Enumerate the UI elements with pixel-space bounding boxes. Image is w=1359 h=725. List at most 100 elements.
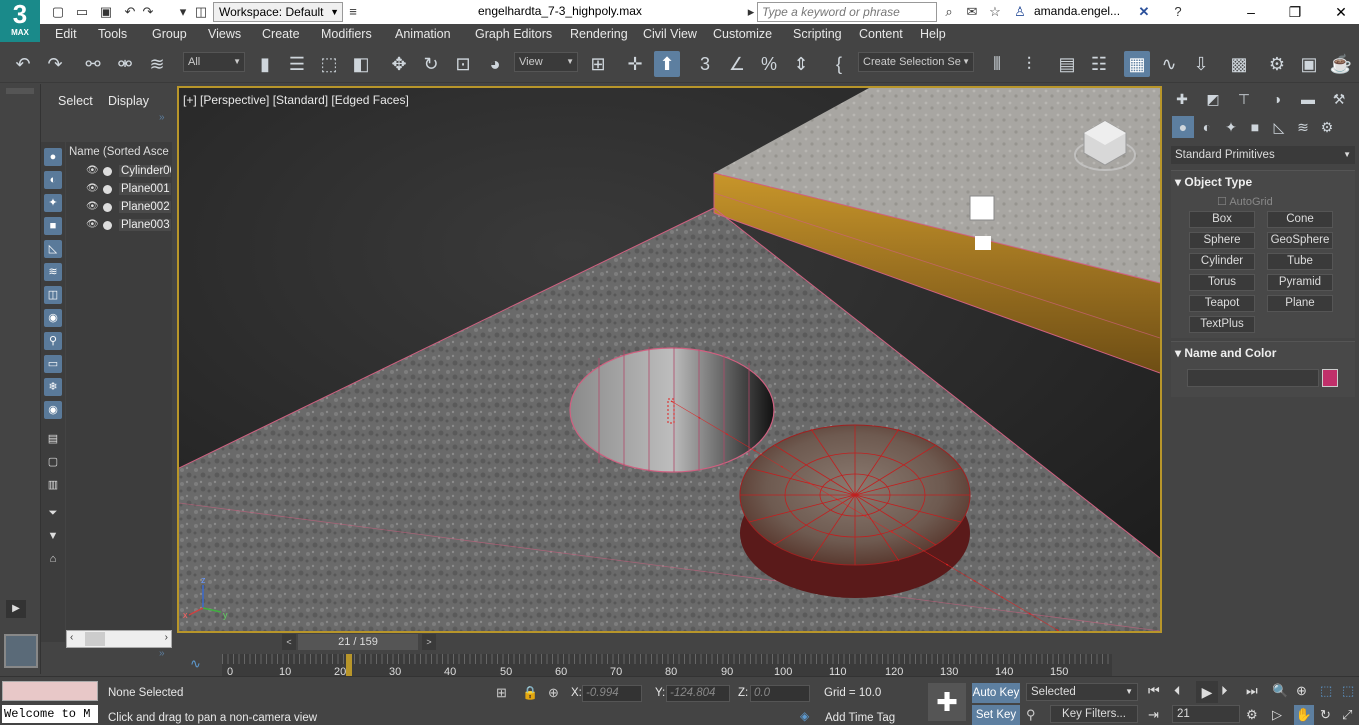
menu-modifiers[interactable]: Modifiers (321, 27, 372, 41)
list-item[interactable]: 👁 Cylinder001 (66, 163, 172, 181)
sphere-button[interactable]: Sphere (1189, 232, 1255, 249)
workspace-menu-icon[interactable]: ≡ (345, 4, 361, 20)
time-slider[interactable]: < 21 / 159 > (282, 634, 438, 650)
display-bones-icon[interactable]: ⚲ (44, 332, 62, 350)
autogrid-checkbox[interactable]: ☐ AutoGrid (1217, 195, 1273, 208)
menu-content[interactable]: Content (859, 27, 903, 41)
select-by-name-icon[interactable]: ☰ (284, 51, 310, 77)
motion-tab-icon[interactable]: ◑ (1266, 88, 1288, 110)
rotate-icon[interactable]: ↻ (418, 51, 444, 77)
space-warps-category-icon[interactable]: ≋ (1292, 116, 1314, 138)
help-icon[interactable]: ? (1170, 4, 1186, 20)
menu-views[interactable]: Views (208, 27, 241, 41)
rectangular-selection-icon[interactable]: ⬚ (316, 51, 342, 77)
display-invert-icon[interactable]: ▥ (44, 476, 62, 494)
geometry-category-icon[interactable]: ● (1172, 116, 1194, 138)
display-none-icon[interactable]: ▢ (44, 453, 62, 471)
scroll-left-icon[interactable]: ‹ (70, 632, 73, 643)
toggle-ribbon-icon[interactable]: ▦ (1124, 51, 1150, 77)
previous-frame-icon[interactable]: ⏴ (1174, 683, 1181, 699)
absolute-mode-icon[interactable]: ⊕ (548, 685, 559, 701)
set-key-button[interactable]: Set Key (972, 705, 1020, 725)
next-frame-icon[interactable]: ⏵ (1221, 683, 1228, 699)
object-type-header[interactable]: ▾ Object Type (1175, 175, 1252, 189)
render-dot-icon[interactable] (103, 167, 112, 176)
window-crossing-icon[interactable]: ◧ (348, 51, 374, 77)
save-file-icon[interactable]: ▣ (98, 4, 114, 20)
timeline-track[interactable]: 0 10 20 30 40 50 60 70 80 90 100 110 120… (222, 654, 1112, 678)
display-groups-icon[interactable]: ◫ (44, 286, 62, 304)
add-time-tag[interactable]: Add Time Tag (825, 712, 895, 724)
communication-center-icon[interactable]: ✉ (964, 4, 980, 20)
viewport-layout-thumbnail[interactable] (4, 634, 38, 668)
isolate-selection-icon[interactable]: ⊞ (496, 685, 507, 701)
explorer-horizontal-scrollbar[interactable]: ‹ › (66, 630, 172, 648)
render-dot-icon[interactable] (103, 221, 112, 230)
curve-editor-mini-icon[interactable]: ∿ (190, 656, 201, 672)
filter-icon[interactable]: ▼ (44, 527, 62, 545)
name-color-header[interactable]: ▾ Name and Color (1175, 346, 1276, 360)
eye-icon[interactable]: 👁 (86, 165, 99, 176)
display-frozen-icon[interactable]: ❄ (44, 378, 62, 396)
teapot-button[interactable]: Teapot (1189, 295, 1255, 312)
undo-icon[interactable]: ↶ (10, 51, 36, 77)
render-setup-icon[interactable]: ⚙ (1264, 51, 1290, 77)
systems-category-icon[interactable]: ⚙ (1316, 116, 1338, 138)
scene-explorer-icon[interactable]: ▤ (1054, 51, 1080, 77)
material-editor-icon[interactable]: ▩ (1226, 51, 1252, 77)
name-column-header[interactable]: Name (Sorted Ascending) (69, 146, 169, 158)
angle-snap-icon[interactable]: ∠ (724, 51, 750, 77)
shapes-category-icon[interactable]: ◐ (1196, 116, 1218, 138)
menu-edit[interactable]: Edit (55, 27, 77, 41)
percent-snap-icon[interactable]: % (756, 51, 782, 77)
hierarchy-tab-icon[interactable]: ⊤ (1233, 88, 1255, 110)
list-item[interactable]: 👁 Plane002 (66, 199, 172, 217)
project-icon[interactable]: ▾ (175, 4, 191, 20)
zoom-icon[interactable]: 🔍 (1272, 683, 1288, 699)
modify-tab-icon[interactable]: ◩ (1202, 88, 1224, 110)
snaps-toggle-icon[interactable]: 3 (692, 51, 718, 77)
time-tag-icon[interactable]: ◈ (800, 709, 809, 723)
menu-group[interactable]: Group (152, 27, 187, 41)
open-file-icon[interactable]: ▭ (74, 4, 90, 20)
new-file-icon[interactable]: ▢ (50, 4, 66, 20)
create-tab-icon[interactable]: ✚ (1171, 88, 1193, 110)
close-icon[interactable]: ✕ (1330, 2, 1352, 22)
undo-icon[interactable]: ↶ (122, 4, 138, 20)
field-of-view-icon[interactable]: ▷ (1272, 707, 1282, 723)
utilities-tab-icon[interactable]: ⚒ (1328, 88, 1350, 110)
pivot-center-icon[interactable]: ⊞ (585, 51, 611, 77)
maxscript-listener-input[interactable]: Welcome to M (2, 705, 98, 723)
menu-customize[interactable]: Customize (713, 27, 772, 41)
menu-rendering[interactable]: Rendering (570, 27, 628, 41)
menu-civil-view[interactable]: Civil View (643, 27, 697, 41)
torus-button[interactable]: Torus (1189, 274, 1255, 291)
minimize-icon[interactable]: – (1240, 2, 1262, 22)
frame-display[interactable]: 21 / 159 (298, 634, 418, 650)
z-coordinate-field[interactable]: 0.0 (750, 685, 810, 702)
binoculars-icon[interactable]: ⌕ (941, 4, 957, 20)
y-coordinate-field[interactable]: -124.804 (666, 685, 730, 702)
current-frame-field[interactable]: 21 (1172, 705, 1240, 723)
redo-icon[interactable]: ↷ (42, 51, 68, 77)
zoom-all-icon[interactable]: ⊕ (1296, 683, 1307, 699)
eye-icon[interactable]: 👁 (86, 219, 99, 230)
pyramid-button[interactable]: Pyramid (1267, 274, 1333, 291)
workspace-dropdown[interactable]: Workspace: Default ▼ (213, 2, 343, 22)
project-folder-icon[interactable]: ◫ (193, 4, 209, 20)
tab-select[interactable]: Select (58, 94, 93, 108)
scale-icon[interactable]: ⊡ (450, 51, 476, 77)
schematic-view-icon[interactable]: ⇩ (1188, 51, 1214, 77)
render-dot-icon[interactable] (103, 185, 112, 194)
list-item[interactable]: 👁 Plane001 (66, 181, 172, 199)
box-button[interactable]: Box (1189, 211, 1255, 228)
spinner-snap-icon[interactable]: ⇕ (788, 51, 814, 77)
zoom-extents-all-icon[interactable]: ⬚ (1342, 683, 1354, 699)
key-filters-icon[interactable]: ⚲ (1026, 707, 1036, 723)
display-containers-icon[interactable]: ▭ (44, 355, 62, 373)
filter-toggle-icon[interactable]: ⏷ (44, 504, 62, 522)
display-shapes-icon[interactable]: ◐ (44, 171, 62, 189)
display-tab-icon[interactable]: ▬ (1297, 88, 1319, 110)
display-geometry-icon[interactable]: ● (44, 148, 62, 166)
play-icon[interactable]: ▶ (1196, 681, 1218, 703)
